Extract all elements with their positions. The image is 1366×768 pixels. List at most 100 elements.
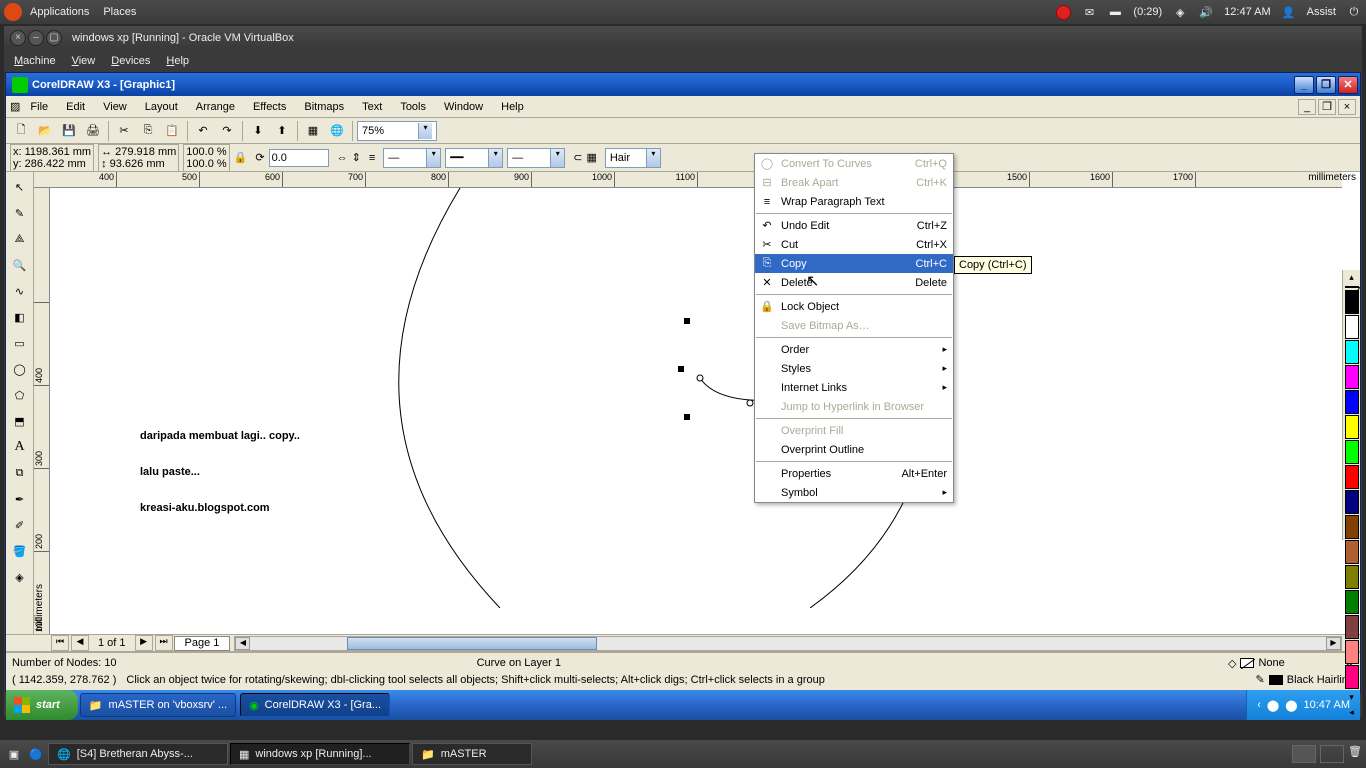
workspace-1[interactable] — [1292, 745, 1316, 763]
export-button[interactable]: ⬆ — [271, 120, 293, 142]
context-menu-item[interactable]: Styles▸ — [755, 359, 953, 378]
palette-up-icon[interactable]: ▴ — [1349, 270, 1354, 285]
fill-tool[interactable]: 🪣 — [8, 539, 32, 563]
shutdown-icon[interactable]: ⏻ — [1346, 4, 1362, 20]
palette-flyout-icon[interactable]: ◂ — [1349, 705, 1354, 720]
interactive-fill-tool[interactable]: ◈ — [8, 565, 32, 589]
menu-view[interactable]: View — [95, 99, 135, 115]
outline-tool[interactable]: ✐ — [8, 513, 32, 537]
pick-tool[interactable]: ↖ — [8, 175, 32, 199]
color-swatch[interactable] — [1345, 590, 1359, 614]
menu-layout[interactable]: Layout — [137, 99, 186, 115]
fill-indicator-icon[interactable]: ◇ — [1228, 657, 1236, 670]
xp-system-tray[interactable]: ‹ ⬤ ⬤ 10:47 AM — [1246, 690, 1360, 720]
next-page-button[interactable]: ▶ — [135, 635, 153, 651]
rectangle-tool[interactable]: ▭ — [8, 331, 32, 355]
close-button[interactable]: ✕ — [1338, 76, 1358, 94]
start-button[interactable]: start — [6, 690, 78, 720]
paste-button[interactable]: 📋 — [161, 120, 183, 142]
menu-tools[interactable]: Tools — [392, 99, 434, 115]
basic-shapes-tool[interactable]: ⬒ — [8, 409, 32, 433]
context-menu-item[interactable]: ✂CutCtrl+X — [755, 235, 953, 254]
sound-icon[interactable]: 🔊 — [1198, 4, 1214, 20]
cut-button[interactable]: ✂ — [113, 120, 135, 142]
mdi-close[interactable]: × — [1338, 99, 1356, 115]
mirror-v-button[interactable]: ⇕ — [352, 151, 361, 164]
menu-edit[interactable]: Edit — [58, 99, 93, 115]
coreldraw-titlebar[interactable]: CorelDRAW X3 - [Graphic1] _ ❐ ✕ — [6, 73, 1360, 96]
corel-online[interactable]: 🌐 — [326, 120, 348, 142]
mirror-h-button[interactable]: ⇔ — [337, 152, 348, 164]
selection-handle[interactable] — [678, 366, 684, 372]
outline-indicator-icon[interactable]: ✎ — [1256, 673, 1265, 686]
color-swatch[interactable] — [1345, 340, 1359, 364]
application-launcher[interactable]: ▦ — [302, 120, 324, 142]
nonproportional-icon[interactable]: 🔒 — [234, 151, 248, 164]
drawing-canvas[interactable]: daripada membuat lagi.. copy.. lalu past… — [50, 188, 1342, 634]
undo-button[interactable]: ↶ — [192, 120, 214, 142]
ellipse-tool[interactable]: ◯ — [8, 357, 32, 381]
context-menu-item[interactable]: Symbol▸ — [755, 483, 953, 502]
ubuntu-menu-places[interactable]: Places — [103, 6, 136, 18]
vbox-close-button[interactable]: × — [10, 30, 26, 46]
show-desktop-icon[interactable]: ▣ — [4, 748, 24, 761]
minimize-button[interactable]: _ — [1294, 76, 1314, 94]
menu-file[interactable]: File — [22, 99, 56, 115]
vbox-maximize-button[interactable]: ▢ — [46, 30, 62, 46]
color-swatch[interactable] — [1345, 465, 1359, 489]
last-page-button[interactable]: ⏭ — [155, 635, 173, 651]
mdi-restore[interactable]: ❐ — [1318, 99, 1336, 115]
context-menu-item[interactable]: ≡Wrap Paragraph Text — [755, 192, 953, 211]
color-swatch[interactable] — [1345, 565, 1359, 589]
battery-icon[interactable]: ▬ — [1107, 4, 1123, 20]
context-menu-item[interactable]: Overprint Outline — [755, 440, 953, 459]
selection-handle[interactable] — [684, 318, 690, 324]
workspace-2[interactable] — [1320, 745, 1344, 763]
mail-icon[interactable]: ✉ — [1081, 4, 1097, 20]
wrap-text-button[interactable]: ≡ — [369, 152, 375, 164]
ubuntu-logo-icon[interactable] — [4, 3, 22, 21]
text-tool[interactable]: A — [8, 435, 32, 459]
xp-clock[interactable]: 10:47 AM — [1304, 699, 1350, 711]
gnome-task-files[interactable]: 📁 mASTER — [412, 743, 532, 765]
zoom-dropdown-icon[interactable]: ▾ — [418, 123, 432, 139]
freehand-tool[interactable]: ∿ — [8, 279, 32, 303]
color-swatch[interactable] — [1345, 490, 1359, 514]
smart-fill-tool[interactable]: ◧ — [8, 305, 32, 329]
chrome-icon[interactable]: 🔵 — [26, 748, 46, 761]
scroll-right-button[interactable]: ▶ — [1326, 637, 1341, 650]
menu-window[interactable]: Window — [436, 99, 491, 115]
open-button[interactable]: 📂 — [34, 120, 56, 142]
gnome-task-browser[interactable]: 🌐 [S4] Bretheran Abyss-... — [48, 743, 228, 765]
restore-button[interactable]: ❐ — [1316, 76, 1336, 94]
context-menu-item[interactable]: Internet Links▸ — [755, 378, 953, 397]
color-swatch[interactable] — [1345, 390, 1359, 414]
page-tab-1[interactable]: Page 1 — [174, 636, 231, 651]
trash-icon[interactable]: 🗑 — [1348, 745, 1362, 763]
ruler-vertical[interactable]: 100200300400 — [34, 188, 50, 634]
color-swatch[interactable] — [1345, 640, 1359, 664]
vbox-menu-view[interactable]: View — [72, 55, 96, 67]
redo-button[interactable]: ↷ — [216, 120, 238, 142]
color-swatch[interactable] — [1345, 615, 1359, 639]
zoom-tool[interactable]: 🔍 — [8, 253, 32, 277]
save-button[interactable]: 💾 — [58, 120, 80, 142]
tray-item-icon[interactable]: ⬤ — [1285, 699, 1297, 712]
color-swatch[interactable] — [1345, 540, 1359, 564]
taskbar-item-coreldraw[interactable]: ◉ CorelDRAW X3 - [Gra... — [240, 693, 390, 717]
eyedropper-tool[interactable]: ✒ — [8, 487, 32, 511]
clock[interactable]: 12:47 AM — [1224, 6, 1270, 18]
shape-tool[interactable]: ✎ — [8, 201, 32, 225]
menu-help[interactable]: Help — [493, 99, 532, 115]
menu-bitmaps[interactable]: Bitmaps — [296, 99, 352, 115]
polygon-tool[interactable]: ⬠ — [8, 383, 32, 407]
selection-handle[interactable] — [684, 414, 690, 420]
crop-tool[interactable]: ⟁ — [8, 227, 32, 251]
taskbar-item-master[interactable]: 📁 mASTER on 'vboxsrv' ... — [80, 693, 236, 717]
vbox-minimize-button[interactable]: – — [28, 30, 44, 46]
gnome-task-virtualbox[interactable]: ▦ windows xp [Running]... — [230, 743, 410, 765]
virtualbox-titlebar[interactable]: × – ▢ windows xp [Running] - Oracle VM V… — [4, 26, 1362, 50]
vbox-menu-help[interactable]: Help — [166, 55, 189, 67]
tray-item-icon[interactable]: ⬤ — [1267, 699, 1279, 712]
horizontal-scrollbar[interactable]: ◀ ▶ — [234, 636, 1342, 651]
